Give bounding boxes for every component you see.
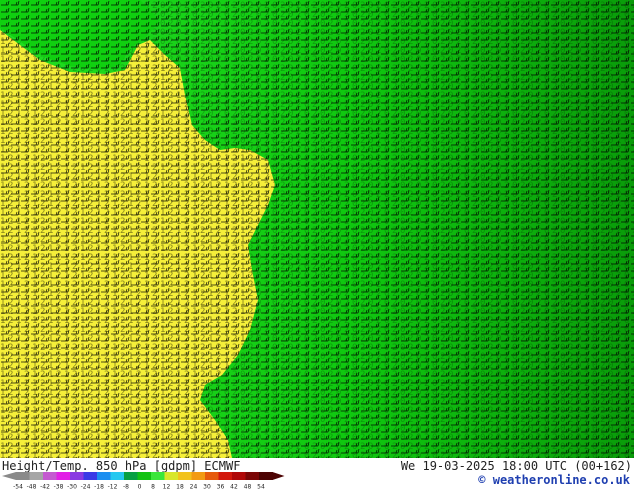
scale-arrow-left bbox=[2, 472, 16, 480]
wind-barb-overlay bbox=[0, 0, 634, 458]
scale-tick-label: 36 bbox=[217, 484, 225, 490]
temperature-color-scale: -54 -48 -42 -38 -30 -24 -18 -12 -8 0 8 12 18 24 30 36 42… bbox=[2, 472, 285, 490]
scale-swatch bbox=[259, 472, 273, 480]
scale-tick-label: 30 bbox=[203, 484, 211, 490]
scale-swatch bbox=[70, 472, 84, 480]
map-footer: Height/Temp. 850 hPa [gdpm] ECMWF We 19-… bbox=[0, 458, 634, 490]
scale-tick-label: 48 bbox=[244, 484, 252, 490]
scale-swatch bbox=[137, 472, 152, 480]
scale-tick-label: -42 bbox=[40, 484, 50, 490]
scale-swatch bbox=[110, 472, 125, 480]
valid-time-label: We 19-03-2025 18:00 UTC (00+162) bbox=[400, 459, 632, 473]
scale-swatch bbox=[245, 472, 260, 480]
scale-tick-label: -12 bbox=[108, 484, 118, 490]
scale-swatch bbox=[178, 472, 192, 480]
scale-swatch bbox=[83, 472, 98, 480]
weather-map: 1 2 0 2 bbox=[0, 0, 634, 458]
scale-tick-label: 54 bbox=[257, 484, 265, 490]
scale-swatch bbox=[16, 472, 30, 480]
scale-swatch bbox=[97, 472, 111, 480]
scale-tick-label: -8 bbox=[123, 484, 129, 490]
scale-swatch bbox=[29, 472, 44, 480]
scale-swatch bbox=[232, 472, 246, 480]
scale-tick-label: 8 bbox=[151, 484, 155, 490]
scale-tick-label: -18 bbox=[94, 484, 104, 490]
scale-tick-label: -30 bbox=[67, 484, 77, 490]
scale-tick-label: 12 bbox=[163, 484, 171, 490]
scale-tick-label: -38 bbox=[54, 484, 64, 490]
scale-swatch bbox=[43, 472, 57, 480]
scale-tick-label: 18 bbox=[176, 484, 184, 490]
scale-swatch bbox=[151, 472, 165, 480]
scale-swatch bbox=[56, 472, 71, 480]
scale-swatch bbox=[205, 472, 219, 480]
scale-tick-label: 42 bbox=[230, 484, 238, 490]
scale-tick-label: 24 bbox=[190, 484, 198, 490]
credit-link[interactable]: © weatheronline.co.uk bbox=[478, 473, 630, 487]
scale-arrow-right bbox=[272, 472, 285, 480]
scale-swatch bbox=[124, 472, 138, 480]
scale-tick-label: -48 bbox=[27, 484, 37, 490]
scale-tick-label: 0 bbox=[138, 484, 142, 490]
scale-tick-label: -54 bbox=[13, 484, 23, 490]
scale-swatch bbox=[164, 472, 179, 480]
scale-swatch bbox=[191, 472, 206, 480]
scale-swatch bbox=[218, 472, 233, 480]
scale-tick-label: -24 bbox=[81, 484, 91, 490]
